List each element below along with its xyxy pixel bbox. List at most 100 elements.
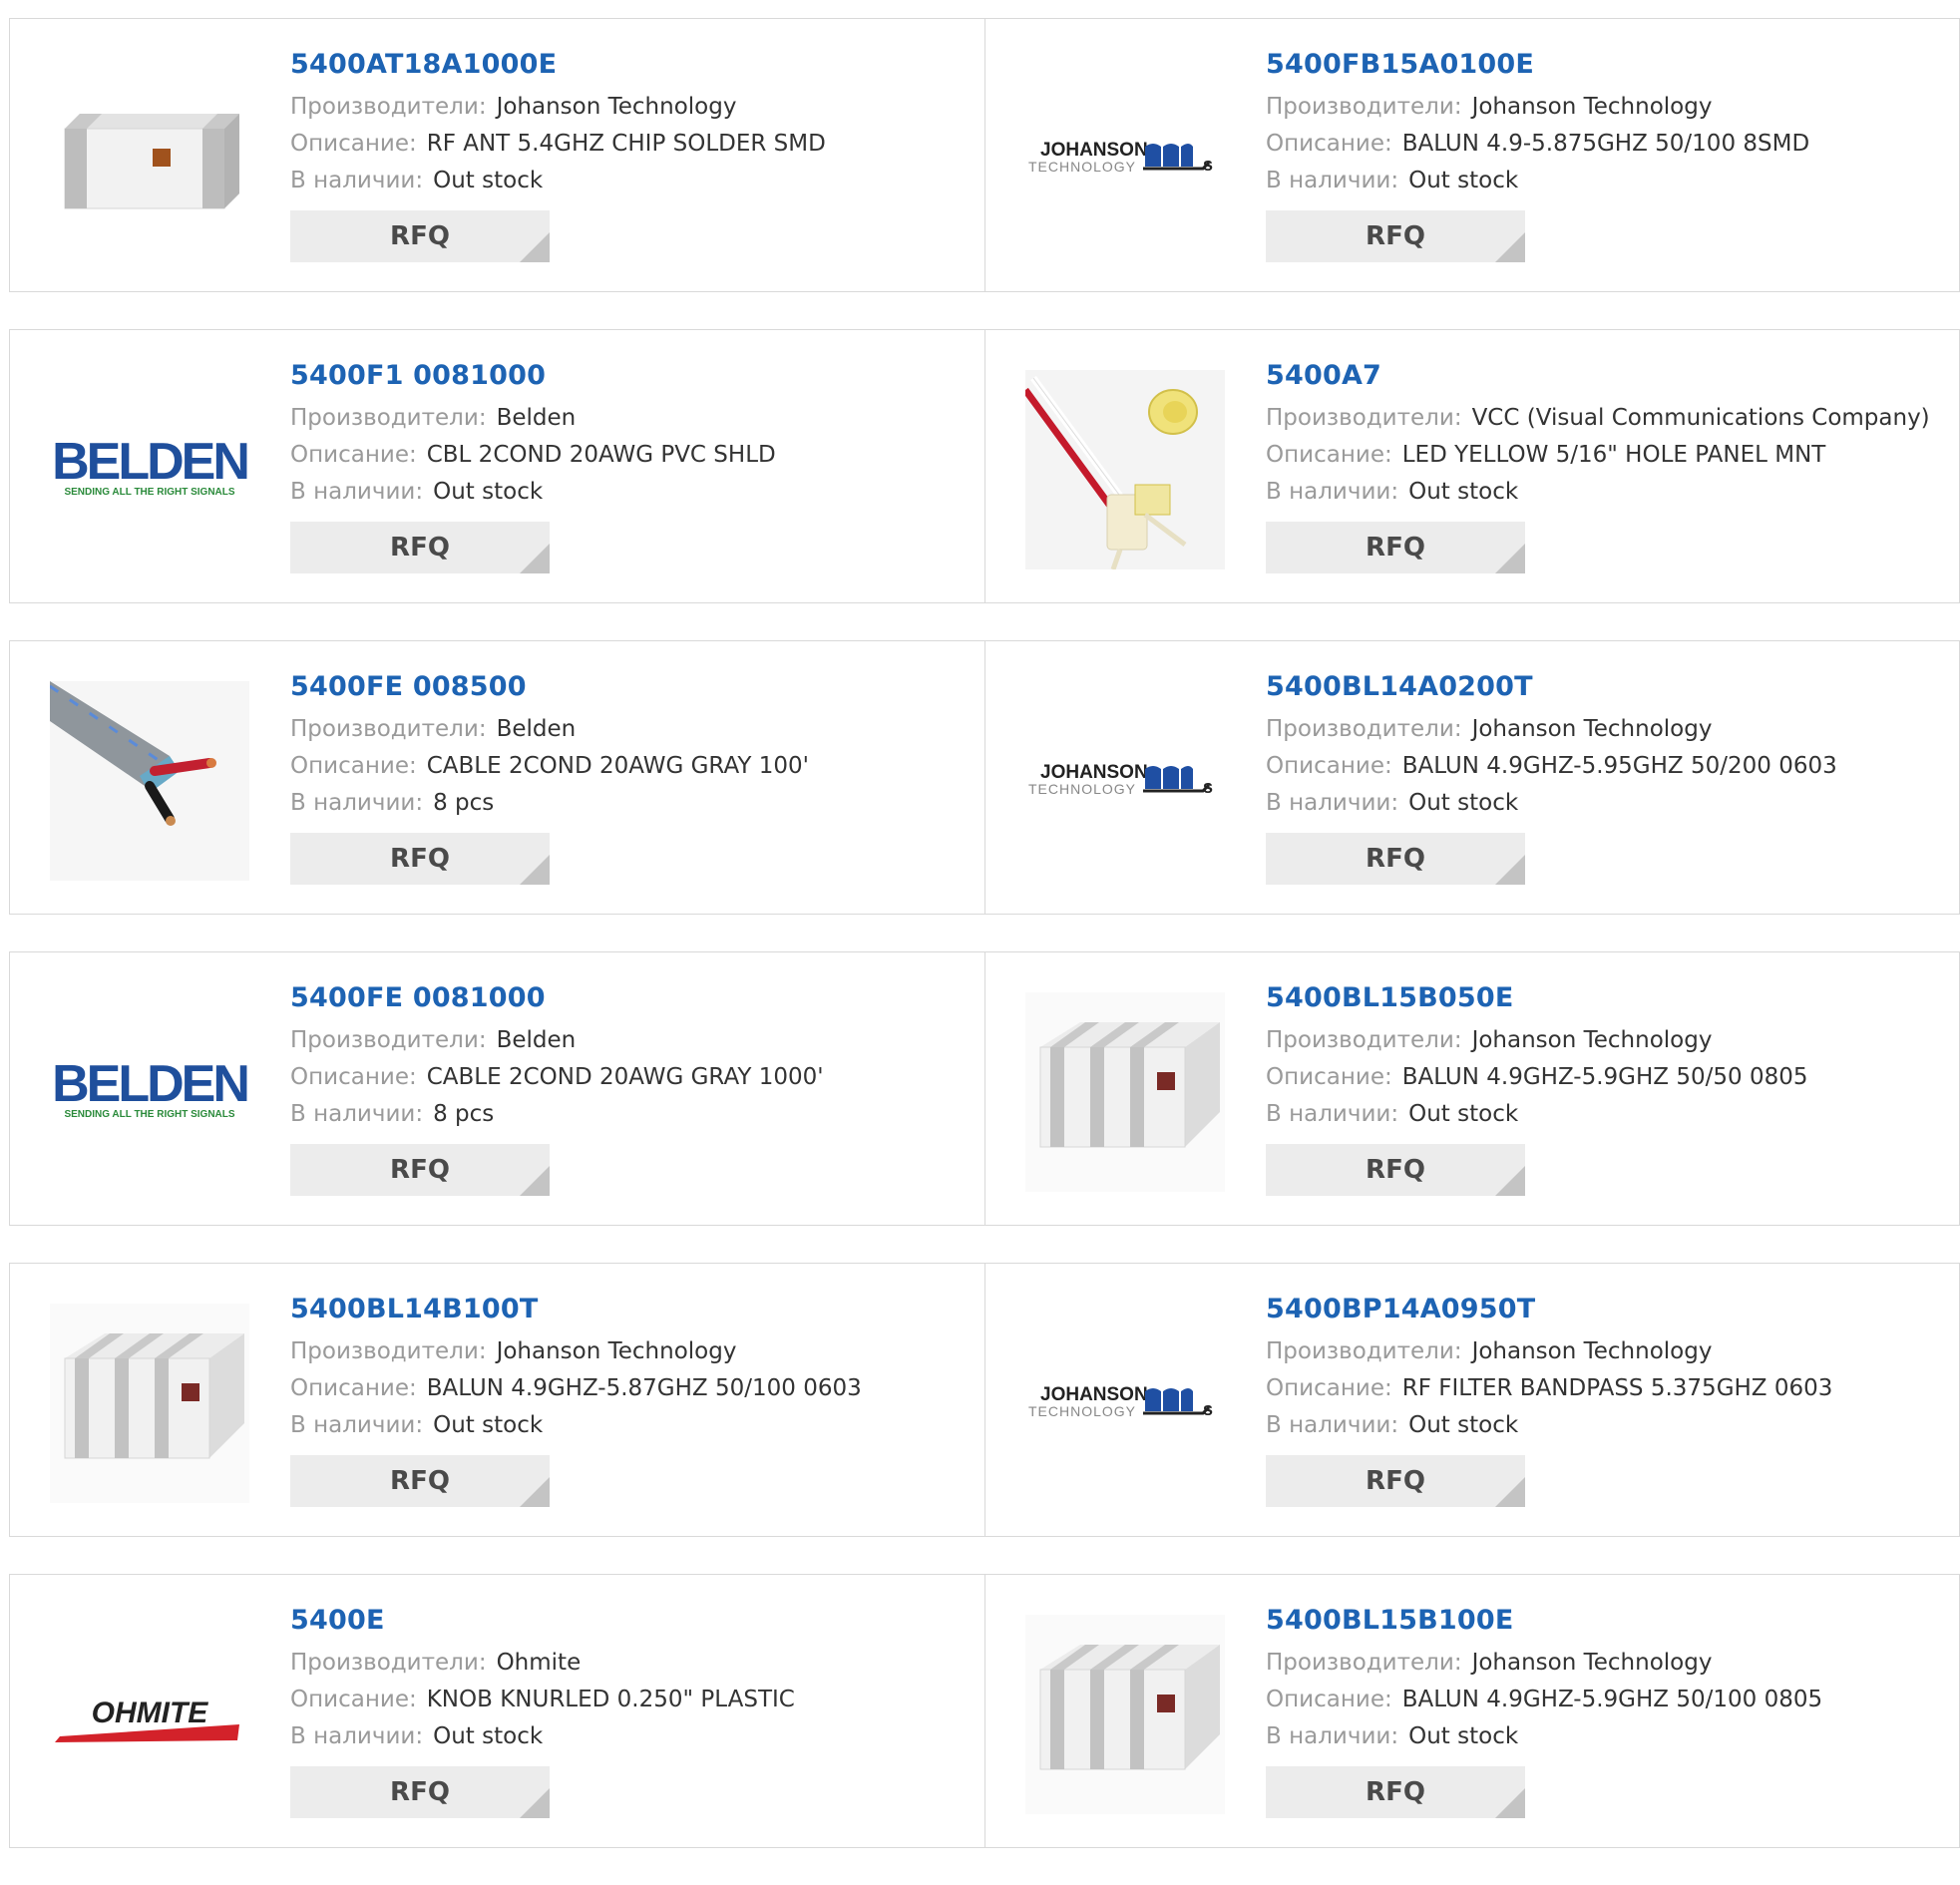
balun-chip-icon[interactable]: [50, 1304, 249, 1503]
ohmite-logo[interactable]: OHMITE: [50, 1615, 249, 1814]
svg-text:s: s: [1203, 777, 1213, 797]
part-number-link[interactable]: 5400FE 008500: [290, 669, 975, 711]
led-panel-icon[interactable]: [1025, 370, 1225, 569]
manufacturer-label: Производители:: [290, 1338, 487, 1364]
chip-antenna-icon[interactable]: [50, 59, 249, 258]
stock-label: В наличии:: [1266, 1101, 1399, 1127]
description-value: CBL 2COND 20AWG PVC SHLD: [426, 442, 776, 468]
rfq-button[interactable]: RFQ: [1266, 1455, 1525, 1507]
product-info: 5400F1 0081000 Производители: Belden Опис…: [290, 358, 975, 573]
description-label: Описание:: [290, 1064, 417, 1090]
part-number-link[interactable]: 5400BL14B100T: [290, 1292, 975, 1333]
manufacturer-field: Производители: Johanson Technology: [1266, 1022, 1949, 1059]
manufacturer-field: Производители: VCC (Visual Communications…: [1266, 400, 1949, 437]
logo-text: JOHANSON: [1040, 762, 1148, 783]
part-number-link[interactable]: 5400AT18A1000E: [290, 47, 975, 89]
part-number-link[interactable]: 5400FB15A0100E: [1266, 47, 1949, 89]
part-number-link[interactable]: 5400BL15B100E: [1266, 1603, 1949, 1645]
logo-subtext: SENDING ALL THE RIGHT SIGNALS: [64, 1109, 234, 1120]
description-field: Описание: RF ANT 5.4GHZ CHIP SOLDER SMD: [290, 126, 975, 163]
stock-label: В наличии:: [290, 1723, 424, 1749]
product-row: 5400FE 008500 Производители: Belden Описа…: [9, 640, 1960, 915]
description-field: Описание: LED YELLOW 5/16" HOLE PANEL MNT: [1266, 437, 1949, 474]
product-card: BELDEN SENDING ALL THE RIGHT SIGNALS 540…: [10, 330, 984, 602]
cable-icon[interactable]: [50, 681, 249, 881]
rfq-label: RFQ: [390, 1777, 450, 1807]
rfq-label: RFQ: [390, 1155, 450, 1185]
rfq-button[interactable]: RFQ: [290, 522, 550, 573]
balun-chip-icon[interactable]: [1025, 1615, 1225, 1814]
stock-field: В наличии: Out stock: [1266, 1096, 1949, 1133]
stock-field: В наличии: Out stock: [1266, 163, 1949, 199]
rfq-button[interactable]: RFQ: [290, 833, 550, 885]
logo-text: JOHANSON: [1040, 140, 1148, 161]
manufacturer-label: Производители:: [290, 94, 487, 120]
stock-value: Out stock: [433, 1412, 544, 1438]
description-field: Описание: BALUN 4.9-5.875GHZ 50/100 8SMD: [1266, 126, 1949, 163]
product-info: 5400BL14B100T Производители: Johanson Tec…: [290, 1292, 975, 1507]
part-number-link[interactable]: 5400BL14A0200T: [1266, 669, 1949, 711]
rfq-button[interactable]: RFQ: [1266, 1144, 1525, 1196]
johanson-logo[interactable]: JOHANSON TECHNOLOGY s: [1025, 1304, 1225, 1503]
stock-field: В наличии: Out stock: [290, 1407, 975, 1444]
product-card: 5400FE 008500 Производители: Belden Описа…: [10, 641, 984, 914]
stock-value: Out stock: [433, 479, 544, 505]
logo-text: BELDEN: [52, 435, 247, 491]
product-info: 5400BL15B050E Производители: Johanson Tec…: [1266, 980, 1949, 1196]
rfq-button[interactable]: RFQ: [1266, 833, 1525, 885]
part-number-link[interactable]: 5400A7: [1266, 358, 1949, 400]
rfq-label: RFQ: [390, 844, 450, 874]
manufacturer-field: Производители: Belden: [290, 1022, 975, 1059]
description-value: BALUN 4.9GHZ-5.95GHZ 50/200 0603: [1401, 753, 1837, 779]
description-field: Описание: CABLE 2COND 20AWG GRAY 1000': [290, 1059, 975, 1096]
part-number-link[interactable]: 5400F1 0081000: [290, 358, 975, 400]
description-value: RF FILTER BANDPASS 5.375GHZ 0603: [1401, 1375, 1833, 1401]
product-row: BELDEN SENDING ALL THE RIGHT SIGNALS 540…: [9, 951, 1960, 1226]
description-value: KNOB KNURLED 0.250" PLASTIC: [426, 1687, 795, 1712]
rfq-button[interactable]: RFQ: [290, 1766, 550, 1818]
manufacturer-value: Johanson Technology: [496, 1338, 737, 1364]
part-number-link[interactable]: 5400BL15B050E: [1266, 980, 1949, 1022]
manufacturer-value: Johanson Technology: [1471, 1027, 1713, 1053]
description-field: Описание: BALUN 4.9GHZ-5.9GHZ 50/50 0805: [1266, 1059, 1949, 1096]
balun-chip-icon[interactable]: [1025, 992, 1225, 1192]
stock-field: В наличии: 8 pcs: [290, 1096, 975, 1133]
rfq-button[interactable]: RFQ: [1266, 1766, 1525, 1818]
manufacturer-label: Производители:: [1266, 1650, 1462, 1676]
product-info: 5400E Производители: Ohmite Описание: KNOB…: [290, 1603, 975, 1818]
manufacturer-label: Производители:: [290, 1650, 487, 1676]
logo-subtext: SENDING ALL THE RIGHT SIGNALS: [64, 487, 234, 498]
rfq-button[interactable]: RFQ: [290, 210, 550, 262]
description-value: BALUN 4.9-5.875GHZ 50/100 8SMD: [1401, 131, 1810, 157]
johanson-logo[interactable]: JOHANSON TECHNOLOGY s: [1025, 681, 1225, 881]
stock-label: В наличии:: [290, 790, 424, 816]
johanson-logo[interactable]: JOHANSON TECHNOLOGY s: [1025, 59, 1225, 258]
rfq-button[interactable]: RFQ: [1266, 210, 1525, 262]
rfq-label: RFQ: [1366, 844, 1425, 874]
rfq-button[interactable]: RFQ: [1266, 522, 1525, 573]
rfq-button[interactable]: RFQ: [290, 1144, 550, 1196]
manufacturer-value: Johanson Technology: [496, 94, 737, 120]
product-card: JOHANSON TECHNOLOGY s 5400BP14A0950T Про…: [984, 1264, 1959, 1536]
part-number-link[interactable]: 5400FE 0081000: [290, 980, 975, 1022]
part-number-link[interactable]: 5400BP14A0950T: [1266, 1292, 1949, 1333]
rfq-label: RFQ: [390, 1466, 450, 1496]
description-label: Описание:: [290, 442, 417, 468]
logo-text: BELDEN: [52, 1057, 247, 1113]
product-info: 5400BL15B100E Производители: Johanson Tec…: [1266, 1603, 1949, 1818]
manufacturer-value: Belden: [496, 716, 577, 742]
description-label: Описание:: [290, 1375, 417, 1401]
belden-logo[interactable]: BELDEN SENDING ALL THE RIGHT SIGNALS: [50, 370, 249, 569]
product-info: 5400AT18A1000E Производители: Johanson Te…: [290, 47, 975, 262]
product-info: 5400FB15A0100E Производители: Johanson Te…: [1266, 47, 1949, 262]
part-number-link[interactable]: 5400E: [290, 1603, 975, 1645]
belden-logo[interactable]: BELDEN SENDING ALL THE RIGHT SIGNALS: [50, 992, 249, 1192]
logo-text: JOHANSON: [1040, 1384, 1148, 1405]
stock-field: В наличии: Out stock: [1266, 785, 1949, 822]
manufacturer-value: Johanson Technology: [1471, 94, 1713, 120]
manufacturer-label: Производители:: [1266, 1338, 1462, 1364]
stock-field: В наличии: Out stock: [290, 163, 975, 199]
stock-label: В наличии:: [1266, 1412, 1399, 1438]
manufacturer-field: Производители: Belden: [290, 400, 975, 437]
rfq-button[interactable]: RFQ: [290, 1455, 550, 1507]
